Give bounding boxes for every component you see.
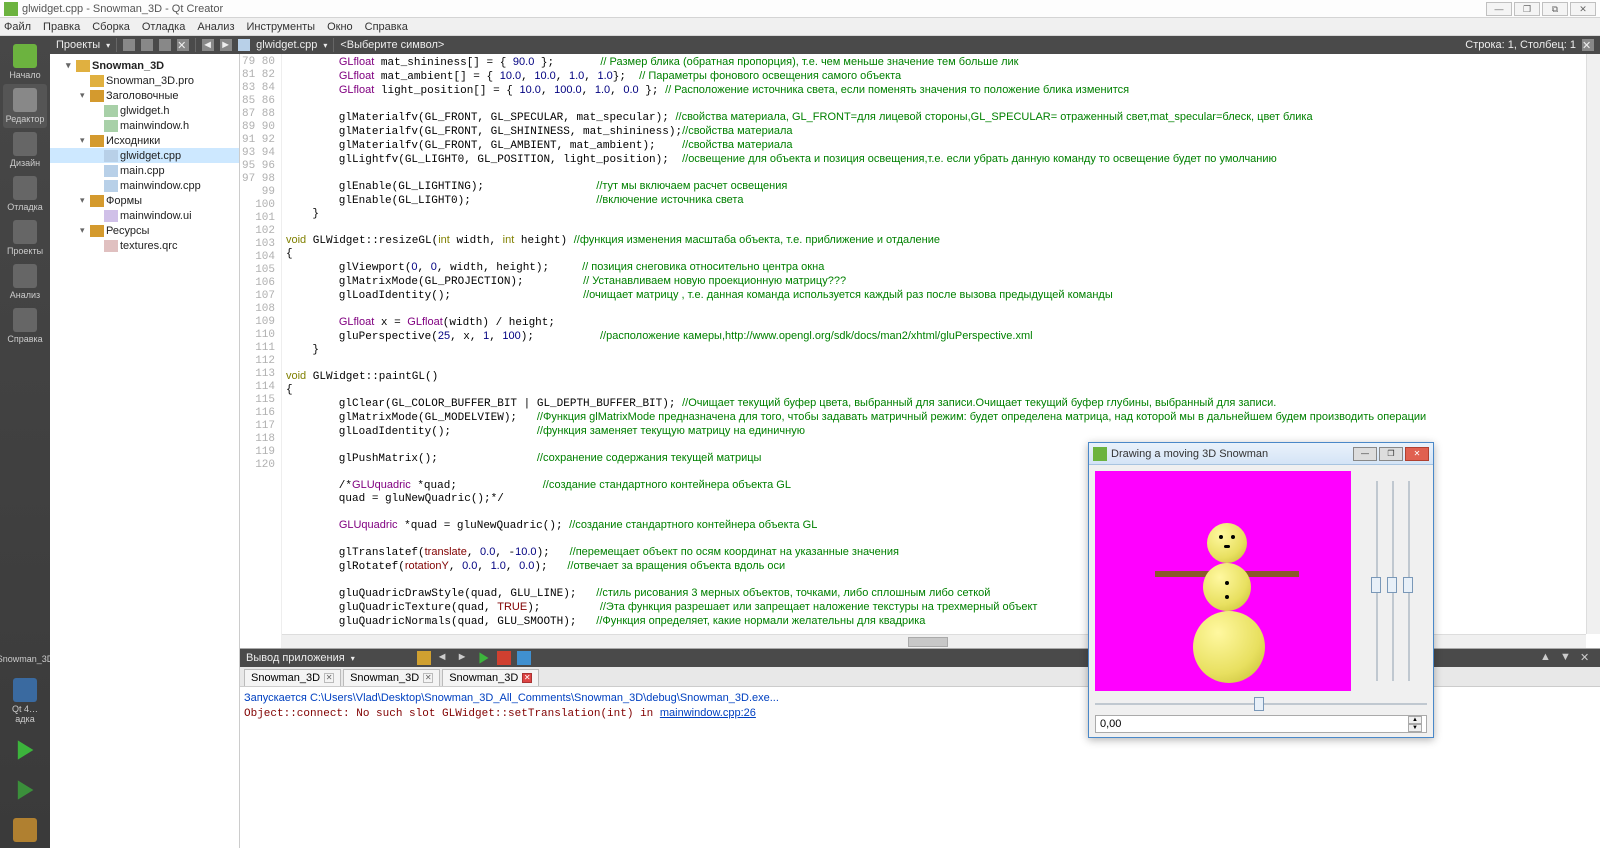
vertical-slider-1[interactable] — [1371, 481, 1383, 681]
cursor-position: Строка: 1, Столбец: 1 — [1465, 39, 1576, 51]
settings-icon[interactable] — [417, 651, 431, 665]
app-close-button[interactable]: ✕ — [1405, 447, 1429, 461]
close-editor-icon[interactable]: ✕ — [1582, 39, 1594, 51]
scroll-down-icon[interactable]: ▼ — [1560, 651, 1574, 665]
prev-icon[interactable]: ◄ — [437, 651, 451, 665]
sources-folder[interactable]: ▾Исходники — [50, 133, 239, 148]
build-button[interactable] — [3, 814, 47, 848]
menu-edit[interactable]: Правка — [43, 21, 80, 33]
project-root[interactable]: ▾Snowman_3D — [50, 58, 239, 73]
mode-начало[interactable]: Начало — [3, 40, 47, 84]
app-icon — [4, 2, 18, 16]
app-window-icon — [1093, 447, 1107, 461]
close-button[interactable]: ✕ — [1570, 2, 1596, 16]
file-glwidget.cpp[interactable]: glwidget.cpp — [50, 148, 239, 163]
project-file[interactable]: Snowman_3D.pro — [50, 73, 239, 88]
spin-down[interactable]: ▼ — [1408, 724, 1422, 732]
mode-проекты[interactable]: Проекты — [3, 216, 47, 260]
menu-debug[interactable]: Отладка — [142, 21, 185, 33]
file-textures.qrc[interactable]: textures.qrc — [50, 238, 239, 253]
menu-help[interactable]: Справка — [365, 21, 408, 33]
menu-tools[interactable]: Инструменты — [247, 21, 316, 33]
menu-bar: Файл Правка Сборка Отладка Анализ Инстру… — [0, 18, 1600, 36]
sync-icon[interactable] — [141, 39, 153, 51]
app-title-bar[interactable]: Drawing a moving 3D Snowman — ❐ ✕ — [1089, 443, 1433, 465]
close-panel-icon[interactable]: ✕ — [177, 39, 189, 51]
kit-selector[interactable]: Qt 4…адка — [3, 674, 47, 728]
menu-file[interactable]: Файл — [4, 21, 31, 33]
filter-icon[interactable] — [123, 39, 135, 51]
vertical-scrollbar[interactable] — [1586, 54, 1600, 634]
output-tab-2[interactable]: Snowman_3D✕ — [442, 669, 539, 686]
file-mainwindow.ui[interactable]: mainwindow.ui — [50, 208, 239, 223]
split-icon[interactable] — [159, 39, 171, 51]
file-main.cpp[interactable]: main.cpp — [50, 163, 239, 178]
opengl-canvas[interactable] — [1095, 471, 1351, 691]
navigation-toolbar: Проекты ▾ ✕ ◄ ► glwidget.cpp ▾ <Выберите… — [50, 36, 1600, 54]
output-title[interactable]: Вывод приложения — [246, 652, 345, 664]
window-title: glwidget.cpp - Snowman_3D - Qt Creator — [22, 3, 1486, 15]
menu-analyze[interactable]: Анализ — [197, 21, 234, 33]
forward-icon[interactable]: ► — [220, 39, 232, 51]
vertical-slider-3[interactable] — [1403, 481, 1415, 681]
menu-window[interactable]: Окно — [327, 21, 353, 33]
next-icon[interactable]: ► — [457, 651, 471, 665]
back-icon[interactable]: ◄ — [202, 39, 214, 51]
open-file-selector[interactable]: glwidget.cpp — [256, 39, 317, 51]
file-mainwindow.h[interactable]: mainwindow.h — [50, 118, 239, 133]
panel-selector[interactable]: Проекты — [56, 39, 100, 51]
re-run-icon[interactable] — [477, 651, 491, 665]
project-tree-pane: ▾Snowman_3DSnowman_3D.pro▾Заголовочныеgl… — [50, 54, 240, 848]
spin-box[interactable]: 0,00 ▲▼ — [1095, 715, 1427, 733]
output-tab-1[interactable]: Snowman_3D✕ — [343, 669, 440, 686]
app-minimize-button[interactable]: — — [1353, 447, 1377, 461]
file-type-icon — [238, 39, 250, 51]
output-tab-0[interactable]: Snowman_3D✕ — [244, 669, 341, 686]
window-title-bar: glwidget.cpp - Snowman_3D - Qt Creator —… — [0, 0, 1600, 18]
debug-run-button[interactable] — [3, 774, 47, 808]
spin-up[interactable]: ▲ — [1408, 716, 1422, 724]
close-output-icon[interactable]: ✕ — [1580, 651, 1594, 665]
minimize-button[interactable]: — — [1486, 2, 1512, 16]
close-tab-icon[interactable]: ✕ — [324, 673, 334, 683]
scroll-up-icon[interactable]: ▲ — [1540, 651, 1554, 665]
spin-value: 0,00 — [1100, 718, 1408, 730]
forms-folder[interactable]: ▾Формы — [50, 193, 239, 208]
menu-build[interactable]: Сборка — [92, 21, 130, 33]
file-glwidget.h[interactable]: glwidget.h — [50, 103, 239, 118]
close-tab-icon[interactable]: ✕ — [423, 673, 433, 683]
close-tab-icon[interactable]: ✕ — [522, 673, 532, 683]
running-app-window[interactable]: Drawing a moving 3D Snowman — ❐ ✕ — [1088, 442, 1434, 738]
mode-дизайн[interactable]: Дизайн — [3, 128, 47, 172]
headers-folder[interactable]: ▾Заголовочные — [50, 88, 239, 103]
mode-анализ[interactable]: Анализ — [3, 260, 47, 304]
resources-folder[interactable]: ▾Ресурсы — [50, 223, 239, 238]
run-button[interactable] — [3, 734, 47, 768]
attach-icon[interactable] — [517, 651, 531, 665]
output-link[interactable]: mainwindow.cpp:26 — [660, 707, 756, 719]
symbol-selector[interactable]: <Выберите символ> — [340, 39, 444, 51]
kit-project-label[interactable]: Snowman_3D — [0, 650, 53, 668]
app-window-title: Drawing a moving 3D Snowman — [1111, 448, 1353, 460]
mode-справка[interactable]: Справка — [3, 304, 47, 348]
horizontal-slider[interactable] — [1095, 697, 1427, 711]
app-maximize-button[interactable]: ❐ — [1379, 447, 1403, 461]
mode-rail: НачалоРедакторДизайнОтладкаПроектыАнализ… — [0, 36, 50, 848]
mode-отладка[interactable]: Отладка — [3, 172, 47, 216]
mode-редактор[interactable]: Редактор — [3, 84, 47, 128]
stop-icon[interactable] — [497, 651, 511, 665]
restore-button[interactable]: ⧉ — [1542, 2, 1568, 16]
file-mainwindow.cpp[interactable]: mainwindow.cpp — [50, 178, 239, 193]
vertical-slider-2[interactable] — [1387, 481, 1399, 681]
maximize-button[interactable]: ❐ — [1514, 2, 1540, 16]
